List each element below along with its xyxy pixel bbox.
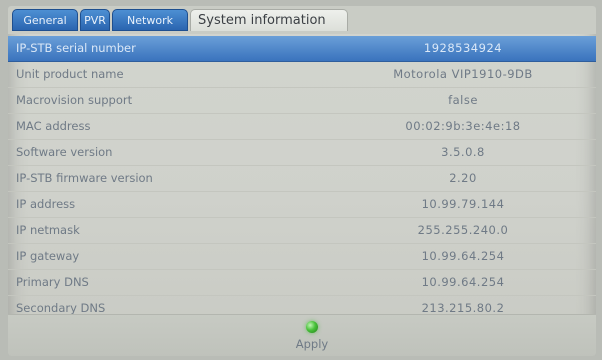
table-row-ip-gateway[interactable]: IP gateway 10.99.64.254 — [8, 244, 596, 270]
row-label: IP-STB firmware version — [16, 171, 153, 185]
tab-network[interactable]: Network — [112, 9, 188, 31]
tab-strip: General PVR Network System information — [8, 6, 596, 34]
row-value: Motorola VIP1910-9DB — [393, 67, 533, 81]
tv-bezel: General PVR Network System information I… — [0, 0, 602, 360]
table-row-product-name[interactable]: Unit product name Motorola VIP1910-9DB — [8, 62, 596, 88]
table-row-software-version[interactable]: Software version 3.5.0.8 — [8, 140, 596, 166]
row-label: Primary DNS — [16, 275, 89, 289]
table-row-macrovision[interactable]: Macrovision support false — [8, 88, 596, 114]
tab-pvr[interactable]: PVR — [80, 9, 110, 31]
table-row-firmware-version[interactable]: IP-STB firmware version 2.20 — [8, 166, 596, 192]
apply-button[interactable]: Apply — [290, 321, 334, 355]
table-row-ip-address[interactable]: IP address 10.99.79.144 — [8, 192, 596, 218]
row-label: IP address — [16, 197, 76, 211]
table-row-mac-address[interactable]: MAC address 00:02:9b:3e:4e:18 — [8, 114, 596, 140]
row-value: 1928534924 — [423, 41, 503, 55]
row-label: MAC address — [16, 119, 91, 133]
row-value: 3.5.0.8 — [441, 145, 485, 159]
row-label: IP-STB serial number — [16, 41, 136, 55]
row-label: IP gateway — [16, 249, 80, 263]
footer-bar: Apply — [8, 314, 596, 356]
row-label: IP netmask — [16, 223, 80, 237]
row-value: 2.20 — [449, 171, 477, 185]
settings-screen: General PVR Network System information I… — [8, 6, 596, 356]
row-label: Unit product name — [16, 67, 124, 81]
row-label: Macrovision support — [16, 93, 133, 107]
row-label: Software version — [16, 145, 113, 159]
table-row-primary-dns[interactable]: Primary DNS 10.99.64.254 — [8, 270, 596, 296]
green-led-icon — [306, 321, 318, 333]
row-value: false — [448, 93, 478, 107]
system-info-table: IP-STB serial number 1928534924 Unit pro… — [8, 36, 596, 322]
table-row-serial-number[interactable]: IP-STB serial number 1928534924 — [8, 36, 596, 62]
table-row-ip-netmask[interactable]: IP netmask 255.255.240.0 — [8, 218, 596, 244]
tab-system-information[interactable]: System information — [190, 9, 348, 31]
row-value: 255.255.240.0 — [417, 223, 509, 237]
row-value: 10.99.79.144 — [421, 197, 505, 211]
apply-label: Apply — [295, 337, 329, 351]
row-value: 00:02:9b:3e:4e:18 — [405, 119, 521, 133]
tab-general[interactable]: General — [12, 9, 78, 31]
row-value: 10.99.64.254 — [421, 249, 505, 263]
row-value: 10.99.64.254 — [421, 275, 505, 289]
